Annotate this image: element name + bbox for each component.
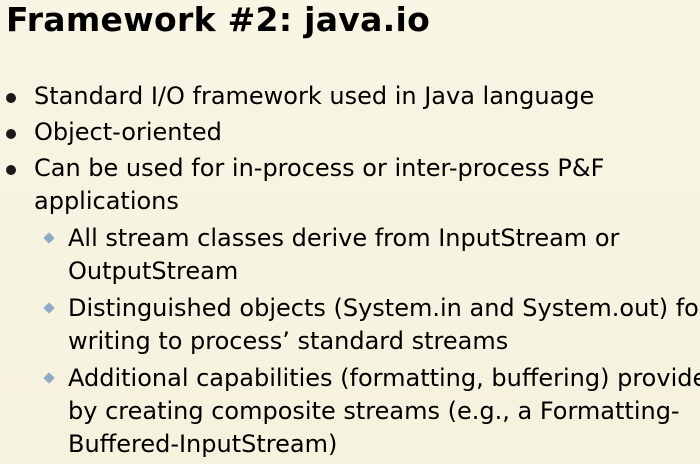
sub-bullet-item: Distinguished objects (System.in and Sys… xyxy=(0,292,700,358)
sub-bullet-text: writing to process’ standard streams xyxy=(68,327,509,355)
diamond-bullet-icon xyxy=(43,302,55,314)
bullet-dot-icon xyxy=(6,93,16,103)
bullet-item: Object-oriented xyxy=(0,116,700,149)
bullet-item: Can be used for in-process or inter-proc… xyxy=(0,152,700,218)
sub-bullet-item: Additional capabilities (formatting, buf… xyxy=(0,362,700,461)
diamond-bullet-icon xyxy=(43,372,55,384)
bullet-item: Standard I/O framework used in Java lang… xyxy=(0,80,700,113)
bullet-list: Standard I/O framework used in Java lang… xyxy=(0,80,700,461)
sub-bullet-item: All stream classes derive from InputStre… xyxy=(0,222,700,288)
bullet-text: Can be used for in-process or inter-proc… xyxy=(34,154,605,182)
bullet-text: Object-oriented xyxy=(34,118,222,146)
bullet-dot-icon xyxy=(6,165,16,175)
sub-bullet-text: OutputStream xyxy=(68,257,239,285)
slide-title: Framework #2: java.io xyxy=(6,0,431,39)
sub-bullet-text: Distinguished objects (System.in and Sys… xyxy=(68,294,700,322)
sub-bullet-text: Additional capabilities (formatting, buf… xyxy=(68,364,700,392)
slide: Framework #2: java.io Standard I/O frame… xyxy=(0,0,700,464)
sub-bullet-text: All stream classes derive from InputStre… xyxy=(68,224,620,252)
diamond-bullet-icon xyxy=(43,232,55,244)
bullet-text: Standard I/O framework used in Java lang… xyxy=(34,82,595,110)
sub-bullet-text: by creating composite streams (e.g., a F… xyxy=(68,397,680,425)
sub-bullet-text: Buffered-InputStream) xyxy=(68,430,338,458)
bullet-dot-icon xyxy=(6,129,16,139)
bullet-text: applications xyxy=(34,187,179,215)
